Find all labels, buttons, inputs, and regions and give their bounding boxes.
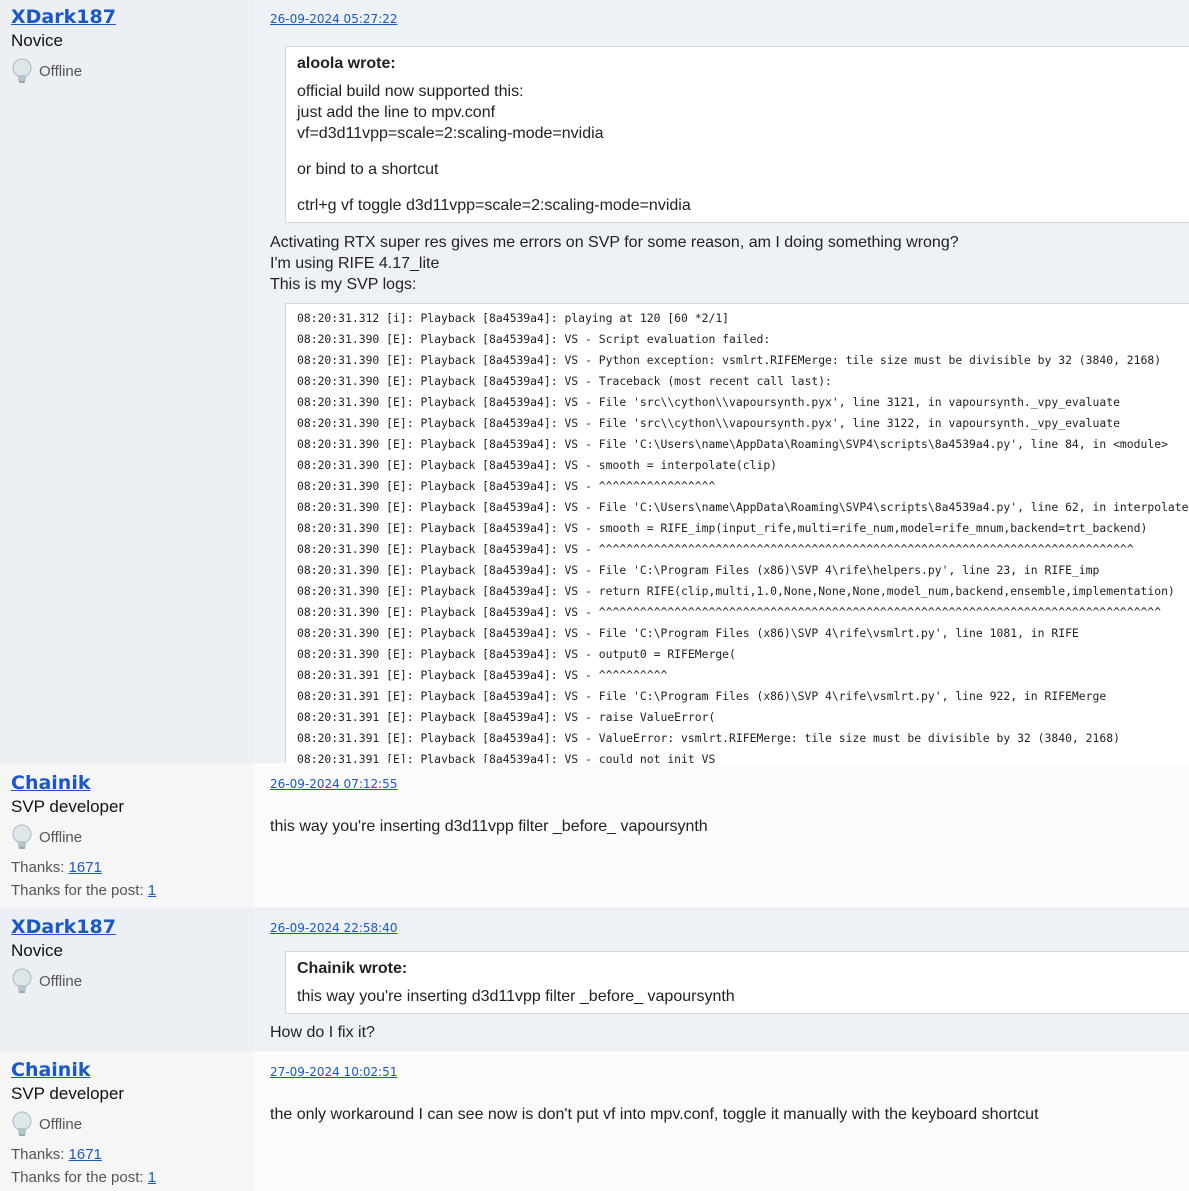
post-content: 27-09-2024 10:02:51 the only workaround … (254, 1051, 1189, 1191)
author-link[interactable]: Chainik (11, 1059, 254, 1082)
author-link[interactable]: XDark187 (11, 916, 254, 939)
lightbulb-offline-icon (12, 1111, 32, 1136)
log-line: 08:20:31.391 [E]: Playback [8a4539a4]: V… (297, 710, 716, 724)
log-line: 08:20:31.390 [E]: Playback [8a4539a4]: V… (297, 395, 1120, 409)
post-author-panel: Chainik SVP developer Offline Thanks: 16… (0, 763, 254, 907)
log-line: 08:20:31.390 [E]: Playback [8a4539a4]: V… (297, 500, 1189, 514)
post-author-panel: Chainik SVP developer Offline Thanks: 16… (0, 1051, 254, 1191)
log-line: 08:20:31.390 [E]: Playback [8a4539a4]: V… (297, 521, 1148, 535)
post-timestamp-link[interactable]: 26-09-2024 07:12:55 (270, 777, 397, 791)
post-author-panel: XDark187 Novice Offline (0, 0, 254, 763)
quote-header: aloola wrote: (297, 55, 396, 72)
log-line: 08:20:31.390 [E]: Playback [8a4539a4]: V… (297, 416, 1120, 430)
author-link[interactable]: XDark187 (11, 6, 254, 29)
log-line: 08:20:31.391 [E]: Playback [8a4539a4]: V… (297, 731, 1120, 745)
log-line: 08:20:31.391 [E]: Playback [8a4539a4]: V… (297, 752, 716, 763)
log-line: 08:20:31.390 [E]: Playback [8a4539a4]: V… (297, 353, 1162, 367)
author-link[interactable]: Chainik (11, 772, 254, 795)
log-line: 08:20:31.390 [E]: Playback [8a4539a4]: V… (297, 374, 832, 388)
lightbulb-offline-icon (12, 968, 32, 993)
author-status: Offline (11, 968, 254, 994)
thanks-count-link[interactable]: 1671 (69, 859, 102, 876)
lightbulb-offline-icon (12, 58, 32, 83)
author-title: SVP developer (11, 1084, 125, 1103)
thanks-post-count-link[interactable]: 1 (148, 1169, 156, 1186)
post-content: 26-09-2024 07:12:55 this way you're inse… (254, 763, 1189, 907)
log-line: 08:20:31.390 [E]: Playback [8a4539a4]: V… (297, 605, 1162, 619)
status-text: Offline (39, 972, 83, 990)
log-line: 08:20:31.390 [E]: Playback [8a4539a4]: V… (297, 647, 736, 661)
post-text-line: This is my SVP logs: (270, 276, 417, 293)
forum-post: XDark187 Novice Offline 26-09-2024 05:27… (0, 0, 1189, 763)
quote-box: aloola wrote: official build now support… (285, 46, 1189, 223)
log-line: 08:20:31.390 [E]: Playback [8a4539a4]: V… (297, 437, 1168, 451)
log-line: 08:20:31.390 [E]: Playback [8a4539a4]: V… (297, 542, 1134, 556)
author-title: SVP developer (11, 797, 125, 816)
lightbulb-offline-icon (12, 824, 32, 849)
post-timestamp-link[interactable]: 26-09-2024 22:58:40 (270, 921, 397, 935)
forum-post: Chainik SVP developer Offline Thanks: 16… (0, 763, 1189, 907)
author-title: Novice (11, 941, 63, 960)
quote-box: Chainik wrote: this way you're inserting… (285, 951, 1189, 1014)
log-line: 08:20:31.390 [E]: Playback [8a4539a4]: V… (297, 458, 778, 472)
thanks-label: Thanks: (11, 1146, 65, 1163)
status-text: Offline (39, 1115, 83, 1133)
post-content: 26-09-2024 05:27:22 aloola wrote: offici… (254, 0, 1189, 763)
quote-line: official build now supported this: (297, 83, 524, 100)
author-thanks: Thanks: 1671 Thanks for the post: 1 (11, 858, 254, 901)
status-text: Offline (39, 62, 83, 80)
author-status: Offline (11, 1111, 254, 1137)
post-text-line: I'm using RIFE 4.17_lite (270, 255, 440, 272)
quote-line: this way you're inserting d3d11vpp filte… (297, 988, 735, 1005)
forum-post: XDark187 Novice Offline 26-09-2024 22:58… (0, 907, 1189, 1051)
post-author-panel: XDark187 Novice Offline (0, 907, 254, 1051)
author-status: Offline (11, 824, 254, 850)
thanks-post-label: Thanks for the post: (11, 882, 144, 899)
post-text-line: Activating RTX super res gives me errors… (270, 234, 959, 251)
log-line: 08:20:31.390 [E]: Playback [8a4539a4]: V… (297, 584, 1175, 598)
log-line: 08:20:31.391 [E]: Playback [8a4539a4]: V… (297, 668, 668, 682)
post-content: 26-09-2024 22:58:40 Chainik wrote: this … (254, 907, 1189, 1051)
log-line: 08:20:31.312 [i]: Playback [8a4539a4]: p… (297, 311, 730, 325)
post-text: How do I fix it? (270, 1024, 375, 1041)
quote-line: vf=d3d11vpp=scale=2:scaling-mode=nvidia (297, 125, 604, 142)
thanks-post-count-link[interactable]: 1 (148, 882, 156, 899)
code-block[interactable]: 08:20:31.312 [i]: Playback [8a4539a4]: p… (285, 303, 1189, 763)
quote-line: or bind to a shortcut (297, 161, 439, 178)
status-text: Offline (39, 828, 83, 846)
post-text: the only workaround I can see now is don… (270, 1106, 1039, 1123)
quote-line: ctrl+g vf toggle d3d11vpp=scale=2:scalin… (297, 197, 691, 214)
thanks-label: Thanks: (11, 859, 65, 876)
log-line: 08:20:31.390 [E]: Playback [8a4539a4]: V… (297, 563, 1100, 577)
log-line: 08:20:31.390 [E]: Playback [8a4539a4]: V… (297, 332, 771, 346)
post-timestamp-link[interactable]: 26-09-2024 05:27:22 (270, 12, 397, 26)
forum-post: Chainik SVP developer Offline Thanks: 16… (0, 1051, 1189, 1191)
post-text: this way you're inserting d3d11vpp filte… (270, 818, 708, 835)
log-line: 08:20:31.390 [E]: Playback [8a4539a4]: V… (297, 626, 1079, 640)
thanks-post-label: Thanks for the post: (11, 1169, 144, 1186)
post-text: Activating RTX super res gives me errors… (270, 232, 1189, 295)
quote-header: Chainik wrote: (297, 960, 408, 977)
quote-line: just add the line to mpv.conf (297, 104, 496, 121)
author-thanks: Thanks: 1671 Thanks for the post: 1 (11, 1145, 254, 1188)
log-line: 08:20:31.390 [E]: Playback [8a4539a4]: V… (297, 479, 716, 493)
log-line: 08:20:31.391 [E]: Playback [8a4539a4]: V… (297, 689, 1107, 703)
thanks-count-link[interactable]: 1671 (69, 1146, 102, 1163)
author-status: Offline (11, 58, 254, 84)
post-timestamp-link[interactable]: 27-09-2024 10:02:51 (270, 1065, 397, 1079)
author-title: Novice (11, 31, 63, 50)
